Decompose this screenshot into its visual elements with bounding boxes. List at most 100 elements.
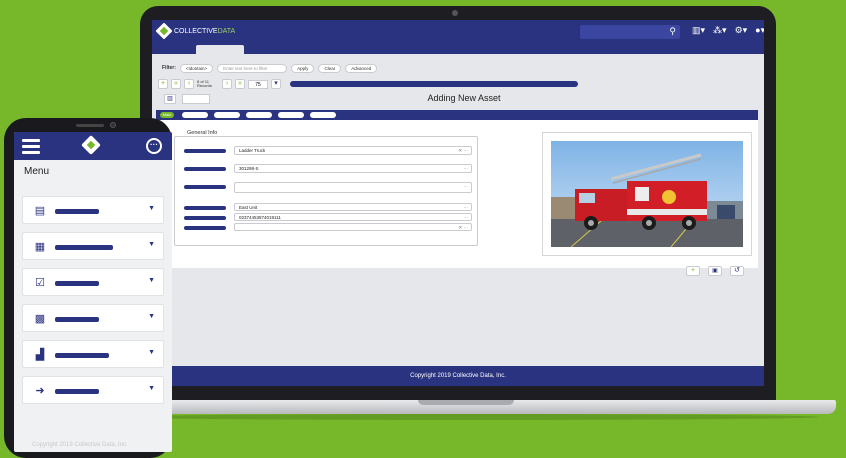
menu-item-6[interactable]: ➜ ▼ — [22, 376, 164, 404]
calendar-icon: ▩ — [34, 313, 46, 325]
menu-item-2[interactable]: ▦ ▼ — [22, 232, 164, 260]
record-navigation: + « ‹ 8 of 11 Records › » 75 ▾ — [158, 78, 578, 90]
section-tabs: Main — [156, 110, 758, 120]
desktop-app-screen: COLLECTIVE DATA ⚲ ▥▾ ⁂▾ ⚙▾ ●▾ Filter: <Id… — [152, 20, 764, 386]
chevron-down-icon: ▼ — [148, 313, 155, 320]
logo-icon — [155, 22, 173, 40]
lookup-icon[interactable]: ··· — [464, 214, 469, 221]
menu-item-3[interactable]: ☑ ▼ — [22, 268, 164, 296]
form-header: ▥ Adding New Asset — [164, 93, 754, 106]
last-record-button[interactable]: » — [235, 79, 245, 89]
page-title: Adding New Asset — [427, 93, 501, 103]
filter-select[interactable]: <Idontain> — [179, 63, 214, 73]
add-button[interactable]: + — [686, 266, 700, 276]
logo-icon[interactable] — [81, 135, 101, 155]
brand-name-suffix: DATA — [217, 27, 236, 35]
field-value: Ladder Truck — [239, 148, 266, 153]
chevron-down-icon: ▼ — [148, 349, 155, 356]
first-record-button[interactable]: « — [171, 79, 181, 89]
brand-logo[interactable]: COLLECTIVE DATA — [155, 22, 236, 40]
menu-title: Menu — [24, 166, 50, 177]
chevron-down-icon: ▼ — [148, 241, 155, 248]
chart-icon[interactable]: ▥ — [164, 94, 176, 104]
asset-form: General Info Ladder Truck ✕ ··· 301298-S ·… — [156, 120, 758, 268]
extra-field[interactable]: ✕ ··· — [234, 223, 472, 231]
prev-record-button[interactable]: ‹ — [184, 79, 194, 89]
filter-label: Filter: — [162, 65, 176, 71]
record-progress-bar — [290, 81, 578, 87]
phone-camera — [110, 122, 116, 128]
phone-frame: ··· Menu ▤ ▼ ▦ ▼ ☑ ▼ ▩ ▼ ▟ ▼ ➜ ▼ Copyrig… — [4, 118, 172, 458]
serial-number-field[interactable]: 02374453874019111 ··· — [234, 213, 472, 221]
tab-2[interactable] — [182, 112, 208, 118]
sign-out-icon: ➜ — [35, 385, 45, 397]
tab-4[interactable] — [246, 112, 272, 118]
asset-number-field[interactable]: 301298-S ··· — [234, 164, 472, 173]
menu-item-5[interactable]: ▟ ▼ — [22, 340, 164, 368]
top-toolbar: ▥▾ ⁂▾ ⚙▾ ●▾ — [692, 25, 764, 36]
field-label — [184, 185, 226, 189]
phone-speaker — [76, 124, 104, 127]
tab-active[interactable] — [196, 45, 244, 55]
chevron-down-icon[interactable]: ▾ — [271, 79, 281, 89]
search-icon[interactable]: ⚲ — [669, 26, 676, 37]
filter-input[interactable]: Enter text here to filter — [217, 63, 288, 73]
page-size-input[interactable]: 75 — [248, 79, 268, 89]
menu-item-1[interactable]: ▤ ▼ — [22, 196, 164, 224]
field-label — [184, 149, 226, 153]
next-record-button[interactable]: › — [222, 79, 232, 89]
lookup-icon[interactable]: ✕ ··· — [458, 147, 468, 154]
clipboard-check-icon: ☑ — [35, 277, 45, 289]
building-icon: ▦ — [34, 241, 46, 253]
mobile-footer: Copyright 2019 Collective Data, Inc. — [32, 442, 128, 448]
view-toggle-button[interactable] — [182, 94, 210, 104]
tab-5[interactable] — [278, 112, 304, 118]
filter-bar: Filter: <Idontain> Enter text here to fi… — [152, 62, 764, 74]
add-record-button[interactable]: + — [158, 79, 168, 89]
laptop-notch — [418, 400, 514, 405]
apply-button[interactable]: Apply — [291, 63, 315, 73]
network-menu-icon[interactable]: ⁂▾ — [713, 25, 727, 36]
tab-3[interactable] — [214, 112, 240, 118]
general-info-title: General Info — [184, 130, 221, 136]
more-options-icon[interactable]: ··· — [146, 138, 162, 154]
field-value: 301298-S — [239, 166, 259, 171]
save-icon[interactable]: ▣ — [708, 266, 722, 276]
description-field[interactable]: ··· — [234, 182, 472, 193]
laptop-camera — [452, 10, 458, 16]
asset-image-frame — [542, 132, 752, 256]
hamburger-menu-icon[interactable] — [22, 139, 40, 154]
menu-item-label — [55, 245, 113, 250]
field-value: East Unit — [239, 205, 258, 210]
advanced-button[interactable]: Advanced — [345, 63, 378, 73]
gear-icon[interactable]: ⚙▾ — [735, 25, 748, 36]
list-icon: ▤ — [34, 205, 46, 217]
asset-type-field[interactable]: Ladder Truck ✕ ··· — [234, 146, 472, 155]
tab-6[interactable] — [310, 112, 336, 118]
undo-icon[interactable]: ↺ — [730, 266, 744, 276]
global-search-input[interactable]: ⚲ — [580, 25, 680, 39]
chevron-down-icon: ▼ — [148, 277, 155, 284]
location-field[interactable]: East Unit ··· — [234, 203, 472, 211]
brand-name-prefix: COLLECTIVE — [174, 27, 218, 35]
record-count: 8 of 11 Records — [197, 79, 212, 88]
asset-photo — [551, 141, 743, 247]
lookup-icon[interactable]: ··· — [464, 204, 469, 211]
field-label — [184, 167, 226, 171]
clear-button[interactable]: Clear — [318, 63, 342, 73]
tab-main[interactable]: Main — [160, 112, 174, 118]
user-icon[interactable]: ●▾ — [755, 25, 764, 36]
lookup-icon[interactable]: ··· — [464, 165, 469, 172]
menu-item-4[interactable]: ▩ ▼ — [22, 304, 164, 332]
mobile-header: ··· — [14, 132, 172, 160]
field-label — [184, 206, 226, 210]
menu-item-label — [55, 317, 99, 322]
boxes-icon: ▟ — [35, 349, 45, 361]
chevron-down-icon: ▼ — [148, 205, 155, 212]
menu-item-label — [55, 281, 99, 286]
lookup-icon[interactable]: ··· — [464, 183, 469, 190]
chart-menu-icon[interactable]: ▥▾ — [692, 25, 705, 36]
lookup-icon[interactable]: ✕ ··· — [458, 224, 468, 231]
app-footer: Copyright 2019 Collective Data, Inc. — [152, 366, 764, 386]
laptop-shadow — [120, 414, 820, 420]
